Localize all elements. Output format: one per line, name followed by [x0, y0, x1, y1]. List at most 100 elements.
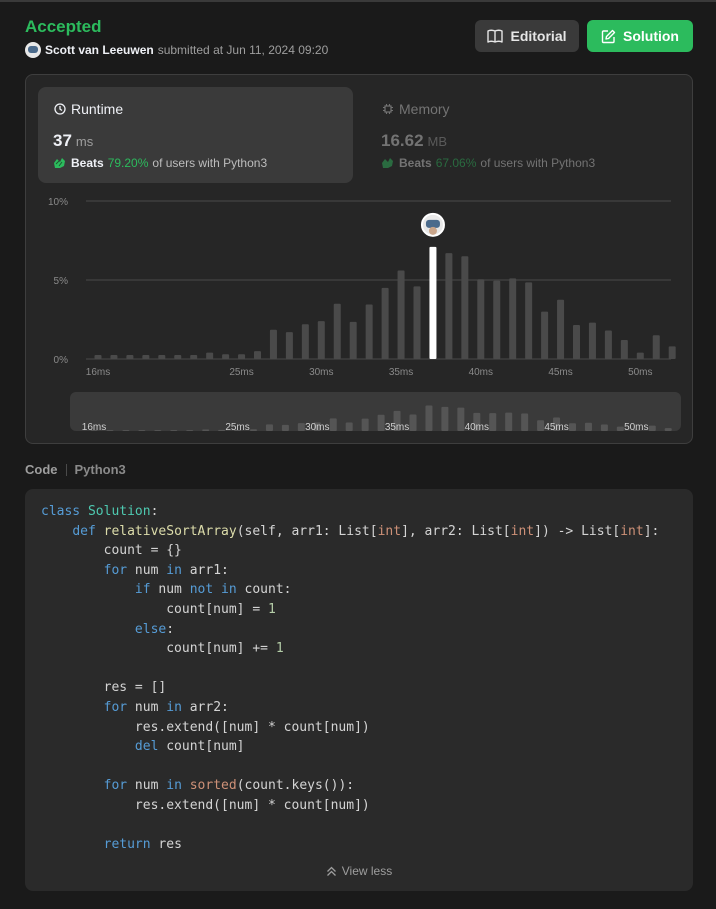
- highlight-bar[interactable]: [429, 246, 437, 359]
- chart-bar[interactable]: [365, 304, 373, 359]
- chart-bar[interactable]: [206, 352, 214, 359]
- chart-bar[interactable]: [461, 256, 469, 359]
- chart-bar[interactable]: [142, 355, 150, 359]
- book-icon: [487, 29, 504, 43]
- chart-bar[interactable]: [110, 355, 118, 359]
- code-block[interactable]: class Solution: def relativeSortArray(se…: [25, 489, 693, 891]
- minimap-bar: [457, 407, 465, 431]
- x-tick-label: 16ms: [86, 367, 110, 378]
- code-line[interactable]: res.extend([num] * count[num]): [41, 720, 370, 735]
- code-line[interactable]: return res: [41, 837, 182, 852]
- memory-title: Memory: [382, 101, 450, 117]
- minimap-bar: [345, 422, 353, 431]
- view-less-button[interactable]: View less: [25, 864, 693, 878]
- code-label: Code: [25, 462, 58, 477]
- chart-bar[interactable]: [525, 282, 533, 359]
- chart-bar[interactable]: [238, 354, 246, 359]
- runtime-value: 37 ms: [53, 131, 93, 151]
- chart-bar[interactable]: [477, 279, 485, 359]
- memory-unit: MB: [427, 134, 448, 149]
- chart-bar[interactable]: [509, 278, 517, 359]
- minimap-bar: [281, 424, 289, 431]
- submitter-username[interactable]: Scott van Leeuwen: [45, 43, 154, 57]
- chart-bar[interactable]: [573, 325, 580, 359]
- chart-bar[interactable]: [652, 335, 660, 359]
- runtime-stat[interactable]: Runtime 37 ms Beats 79.20% of users with …: [38, 87, 353, 183]
- chart-bar[interactable]: [541, 311, 549, 359]
- minimap-tick-label: 25ms: [225, 422, 249, 431]
- chart-bar[interactable]: [333, 303, 341, 359]
- chart-bar[interactable]: [285, 332, 293, 359]
- chart-bar[interactable]: [174, 355, 182, 359]
- chart-bar[interactable]: [636, 352, 644, 359]
- code-line[interactable]: res = []: [41, 680, 167, 695]
- runtime-beats-label: Beats: [71, 156, 104, 170]
- chart-bar[interactable]: [588, 322, 596, 359]
- chart-bar[interactable]: [126, 355, 134, 359]
- memory-stat[interactable]: Memory 16.62 MB Beats 67.06% of users wit…: [366, 87, 681, 183]
- runtime-beats-percent: 79.20%: [107, 156, 149, 170]
- minimap-bar: [489, 413, 497, 431]
- code-line[interactable]: class Solution:: [41, 504, 158, 519]
- code-line[interactable]: else:: [41, 622, 174, 637]
- minimap-bar: [664, 428, 672, 431]
- chart-bar[interactable]: [397, 270, 405, 359]
- chart-bar[interactable]: [190, 355, 198, 359]
- view-less-label: View less: [341, 864, 393, 878]
- submitter-line: Scott van Leeuwen submitted at Jun 11, 2…: [25, 42, 328, 58]
- chart-bar[interactable]: [604, 330, 612, 359]
- code-line[interactable]: def relativeSortArray(self, arr1: List[i…: [41, 524, 659, 539]
- chart-bar[interactable]: [317, 321, 325, 359]
- chart-bar[interactable]: [222, 354, 230, 359]
- minimap-bar: [329, 418, 337, 431]
- chart-bar[interactable]: [301, 324, 309, 359]
- code-line[interactable]: count[num] += 1: [41, 641, 283, 656]
- chart-bar[interactable]: [413, 286, 421, 359]
- chart-bar[interactable]: [349, 321, 357, 359]
- solution-button[interactable]: Solution: [587, 20, 693, 52]
- minimap-bar: [584, 422, 592, 431]
- chart-bar[interactable]: [158, 355, 166, 359]
- code-line[interactable]: for num in arr2:: [41, 700, 229, 715]
- chart-bar[interactable]: [269, 329, 277, 359]
- x-tick-label: 50ms: [628, 367, 652, 378]
- header-divider: [65, 463, 67, 476]
- chart-range-slider[interactable]: 16ms25ms30ms35ms40ms45ms50ms55ms: [70, 392, 681, 431]
- chart-bar[interactable]: [668, 346, 676, 359]
- code-line[interactable]: for num in sorted(count.keys()):: [41, 778, 354, 793]
- user-avatar-marker[interactable]: [420, 212, 445, 237]
- code-line[interactable]: if num not in count:: [41, 582, 292, 597]
- editorial-button[interactable]: Editorial: [475, 20, 579, 52]
- code-line[interactable]: count[num] = 1: [41, 602, 276, 617]
- code-content[interactable]: class Solution: def relativeSortArray(se…: [41, 502, 659, 855]
- runtime-title: Runtime: [54, 101, 123, 117]
- code-line[interactable]: del count[num]: [41, 739, 245, 754]
- x-tick-label: 45ms: [548, 367, 572, 378]
- minimap-bar: [186, 430, 194, 431]
- code-line[interactable]: for num in arr1:: [41, 563, 229, 578]
- chevrons-up-icon: [326, 866, 336, 876]
- chart-bar[interactable]: [557, 299, 565, 359]
- submitted-time: submitted at Jun 11, 2024 09:20: [157, 43, 329, 57]
- code-line[interactable]: res.extend([num] * count[num]): [41, 798, 370, 813]
- minimap-bar: [569, 423, 576, 431]
- code-line[interactable]: count = {}: [41, 543, 182, 558]
- minimap-chart[interactable]: 16ms25ms30ms35ms40ms45ms50ms55ms: [70, 392, 681, 431]
- chart-bar[interactable]: [381, 287, 389, 359]
- minimap-bar: [297, 423, 305, 431]
- editorial-label: Editorial: [510, 28, 567, 44]
- minimap-bar: [106, 430, 114, 431]
- minimap-bar: [425, 405, 433, 431]
- minimap-bar: [409, 414, 417, 431]
- chart-bar[interactable]: [94, 355, 102, 359]
- avatar[interactable]: [25, 42, 41, 58]
- runtime-distribution-chart[interactable]: 10%5%0%16ms25ms30ms35ms40ms45ms50ms55ms: [26, 195, 692, 385]
- x-tick-label: 25ms: [229, 367, 253, 378]
- chart-bar[interactable]: [493, 280, 501, 359]
- memory-beats-percent: 67.06%: [435, 156, 477, 170]
- solution-label: Solution: [623, 28, 679, 44]
- chart-bar[interactable]: [445, 253, 453, 359]
- chart-bar[interactable]: [254, 351, 261, 359]
- chart-bar[interactable]: [620, 340, 628, 359]
- minimap-bar: [537, 420, 545, 431]
